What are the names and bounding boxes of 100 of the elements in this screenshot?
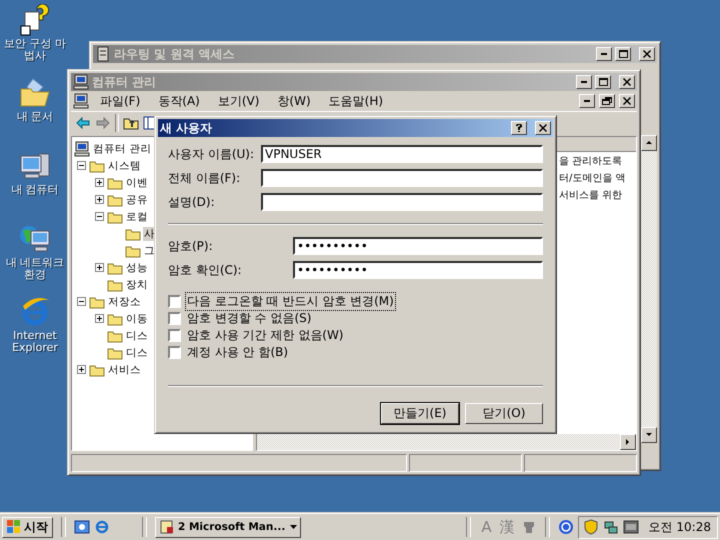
checkbox-label[interactable]: 암호 변경할 수 없음(S)	[186, 310, 312, 327]
field-label: 설명(D):	[168, 194, 216, 210]
minimize-icon	[601, 53, 607, 55]
vm-icon	[622, 519, 639, 535]
help-icon	[558, 519, 574, 535]
tree-item[interactable]: 저장소	[107, 294, 142, 308]
tree-item[interactable]: 시스템	[107, 158, 142, 172]
close-icon	[539, 124, 547, 132]
maximize-icon	[598, 78, 608, 86]
collapse-icon[interactable]	[77, 297, 86, 306]
clock[interactable]: 오전 10:28	[648, 518, 711, 536]
tree-item[interactable]: 성능	[125, 260, 149, 274]
maximize-button[interactable]	[595, 75, 611, 89]
tree-item[interactable]: 로컬	[125, 210, 149, 224]
field-label: 사용자 이름(U):	[168, 146, 256, 162]
start-button[interactable]: 시작	[2, 516, 53, 538]
close-button[interactable]	[619, 94, 635, 108]
scroll-up-icon	[645, 139, 653, 147]
restore-icon	[602, 97, 612, 105]
dialog-button[interactable]: 만들기(E)	[381, 403, 459, 424]
scrollbar[interactable]	[641, 135, 657, 443]
input-field[interactable]: VPNUSER	[261, 145, 543, 163]
computer-icon	[74, 140, 90, 156]
minimize-button[interactable]	[576, 75, 592, 89]
menu-item[interactable]: 창(W)	[270, 92, 318, 110]
collapse-icon[interactable]	[95, 212, 104, 221]
tree-item[interactable]: 이벤	[125, 176, 149, 190]
close-icon	[643, 50, 651, 58]
close-button[interactable]	[639, 47, 655, 61]
tree-item[interactable]: 장치	[125, 278, 149, 292]
tree-item[interactable]: 공유	[125, 192, 149, 206]
documents-folder-icon	[19, 77, 51, 109]
app-icon	[159, 519, 175, 535]
menu-item[interactable]: 보기(V)	[210, 92, 266, 110]
checkbox[interactable]	[168, 329, 181, 342]
scroll-right-icon	[624, 438, 632, 446]
maximize-icon	[618, 50, 628, 58]
restore-button[interactable]	[599, 94, 615, 108]
computer-icon	[73, 93, 89, 109]
taskbar-button[interactable]: 2 Microsoft Man...	[155, 516, 301, 538]
password-field[interactable]: ••••••••••	[293, 261, 543, 279]
expand-icon[interactable]	[95, 314, 104, 323]
input-field[interactable]	[261, 193, 543, 211]
close-button[interactable]	[619, 75, 635, 89]
help-icon	[516, 124, 522, 132]
close-icon	[623, 97, 631, 105]
desktop-icon-label[interactable]: Internet Explorer	[2, 330, 68, 354]
help-button[interactable]	[511, 121, 527, 135]
checkbox-label[interactable]: 암호 사용 기간 제한 없음(W)	[186, 327, 344, 344]
minimize-button[interactable]	[579, 94, 595, 108]
window-title: 컴퓨터 관리	[92, 74, 158, 90]
scroll-down-icon	[645, 431, 653, 439]
expand-icon[interactable]	[95, 195, 104, 204]
forward-arrow-icon	[95, 115, 111, 131]
password-field[interactable]: ••••••••••	[293, 237, 543, 255]
computer-icon	[73, 74, 89, 90]
menu-item[interactable]: 동작(A)	[151, 92, 207, 110]
desktop-shortcut-icon	[74, 519, 90, 535]
windows-flag-icon	[7, 520, 21, 534]
network-icon	[602, 519, 619, 535]
checkbox[interactable]	[168, 312, 181, 325]
menu-item[interactable]: 파일(F)	[93, 92, 148, 110]
scrollbar[interactable]	[257, 434, 636, 450]
menu-item[interactable]: 도움말(H)	[322, 92, 390, 110]
close-icon	[623, 78, 631, 86]
collapse-icon[interactable]	[77, 161, 86, 170]
list-item[interactable]: 터/도메인을 액	[559, 171, 636, 188]
field-label: 암호 확인(C):	[168, 262, 243, 278]
input-field[interactable]	[261, 169, 543, 187]
tree-item[interactable]: 그	[143, 244, 156, 258]
checkbox-label[interactable]: 계정 사용 안 함(B)	[186, 344, 290, 361]
maximize-button[interactable]	[615, 47, 631, 61]
expand-icon[interactable]	[77, 365, 86, 374]
minimize-icon	[581, 81, 587, 83]
tree-item[interactable]: 컴퓨터 관리	[92, 142, 152, 156]
field-label: 암호(P):	[168, 238, 214, 254]
dialog-button[interactable]: 닫기(O)	[465, 403, 543, 424]
list-item[interactable]: 을 관리하도록	[559, 154, 636, 171]
checkbox[interactable]	[168, 295, 181, 308]
checkbox-label[interactable]: 다음 로그온할 때 반드시 암호 변경(M)	[186, 293, 395, 310]
list-item[interactable]: 서비스를 위한	[559, 188, 636, 205]
window-title: 라우팅 및 원격 액세스	[114, 46, 236, 62]
tree-item[interactable]: 디스	[125, 346, 149, 360]
wizard-icon	[19, 4, 51, 36]
expand-icon[interactable]	[95, 178, 104, 187]
desktop-icon-label[interactable]: 내 네트워크 환경	[2, 257, 68, 281]
minimize-icon	[584, 100, 590, 102]
dialog-title: 새 사용자	[160, 120, 214, 136]
tree-item[interactable]: 서비스	[107, 362, 142, 376]
expand-icon[interactable]	[95, 263, 104, 272]
checkbox[interactable]	[168, 346, 181, 359]
minimize-button[interactable]	[596, 47, 612, 61]
desktop-icon-label[interactable]: 보안 구성 마법사	[2, 38, 68, 62]
browser-icon	[94, 519, 110, 535]
tree-item[interactable]: 디스	[125, 328, 149, 342]
routing-icon	[95, 46, 111, 62]
close-button[interactable]	[535, 121, 551, 135]
desktop-icon-label[interactable]: 내 컴퓨터	[2, 184, 68, 196]
desktop-icon-label[interactable]: 내 문서	[2, 111, 68, 123]
tree-item[interactable]: 이동	[125, 312, 149, 326]
